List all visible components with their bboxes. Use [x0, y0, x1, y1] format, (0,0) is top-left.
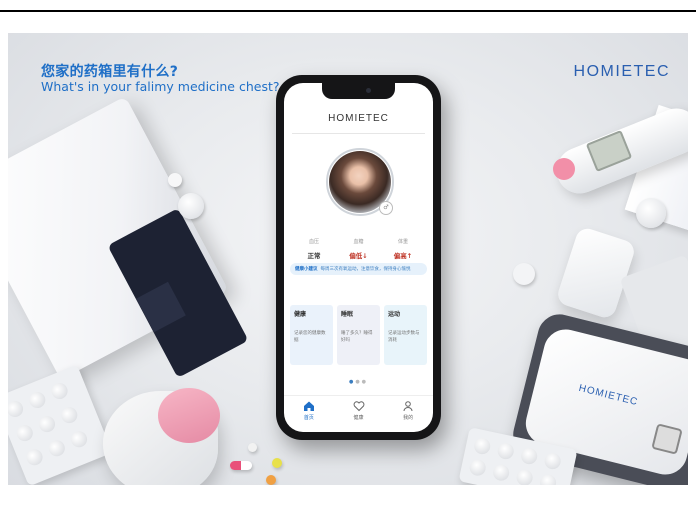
health-tip-banner[interactable]: 健康小建议 每周三次有氧运动，注意饮食，保持身心愉悦	[290, 263, 427, 275]
card-exercise[interactable]: 运动 记录运动步数与消耗	[384, 305, 427, 365]
stat-value: 偏低↓	[349, 252, 368, 260]
health-sensor	[555, 225, 637, 321]
tab-health[interactable]: 健康	[334, 396, 384, 426]
phone-notch	[322, 83, 395, 99]
carousel-dots[interactable]: ●●●	[284, 379, 433, 385]
card-desc: 记录您的健康数据	[294, 331, 326, 343]
app-logo: HOMIETEC	[328, 113, 389, 124]
card-desc: 睡了多久？睡得好吗	[341, 331, 373, 343]
tab-home[interactable]: 首页	[284, 396, 334, 426]
stat-label: 血压	[308, 239, 319, 245]
stat-value: 偏高↑	[393, 252, 413, 260]
tab-bar: 首页 健康 我的	[284, 395, 433, 426]
pill	[272, 458, 282, 468]
stat-value: 正常	[307, 252, 321, 260]
card-title: 运动	[388, 311, 401, 318]
heart-icon	[353, 401, 364, 412]
stat-label: 血糖	[353, 239, 364, 245]
inhaler-cap	[158, 388, 220, 443]
home-icon	[303, 401, 314, 411]
stat-blood-pressure[interactable]: 血压 正常	[294, 238, 334, 260]
pill-capsule	[230, 461, 252, 470]
stat-label: 体重	[397, 239, 408, 245]
card-health[interactable]: 健康 记录您的健康数据	[290, 305, 333, 365]
card-sleep[interactable]: 睡眠 睡了多久？睡得好吗	[337, 305, 380, 365]
card-title: 睡眠	[341, 311, 354, 318]
feature-cards: 健康 记录您的健康数据 睡眠 睡了多久？睡得好吗 运动 记录运动步数与消耗	[290, 305, 427, 365]
top-rule	[0, 10, 696, 12]
thermometer-tip	[553, 158, 575, 180]
tip-title: 健康小建议	[295, 267, 318, 272]
headline-english: What's in your falimy medicine chest?	[41, 79, 280, 94]
header-divider	[292, 133, 425, 134]
stat-weight[interactable]: 体重 偏高↑	[383, 238, 423, 260]
health-stats: 血压 正常 血糖 偏低↓ 体重 偏高↑	[294, 238, 423, 260]
card-desc: 记录运动步数与消耗	[388, 331, 420, 343]
tab-profile[interactable]: 我的	[383, 396, 433, 426]
tip-text: 每周三次有氧运动，注意饮食，保持身心愉悦	[320, 267, 411, 272]
stat-blood-sugar[interactable]: 血糖 偏低↓	[339, 238, 379, 260]
pill	[248, 443, 257, 452]
pill	[178, 193, 204, 219]
pill	[513, 263, 535, 285]
card-title: 健康	[294, 311, 307, 318]
blister-pack-left	[8, 364, 113, 485]
gender-badge: ♂	[379, 201, 393, 215]
brand-logo: HOMIETEC	[573, 63, 670, 80]
app-screen: HOMIETEC ♂ 血压 正常 血糖 偏低↓ 体重 偏高↑ 健康小建议 每周三…	[284, 83, 433, 432]
pill	[266, 475, 276, 485]
user-icon	[403, 401, 413, 412]
pill	[636, 198, 666, 228]
smartphone: HOMIETEC ♂ 血压 正常 血糖 偏低↓ 体重 偏高↑ 健康小建议 每周三…	[276, 75, 441, 440]
pill	[168, 173, 182, 187]
tab-label: 健康	[353, 415, 364, 421]
headline-chinese: 您家的药箱里有什么?	[41, 64, 179, 80]
tab-label: 首页	[303, 415, 314, 421]
tab-label: 我的	[403, 415, 414, 421]
